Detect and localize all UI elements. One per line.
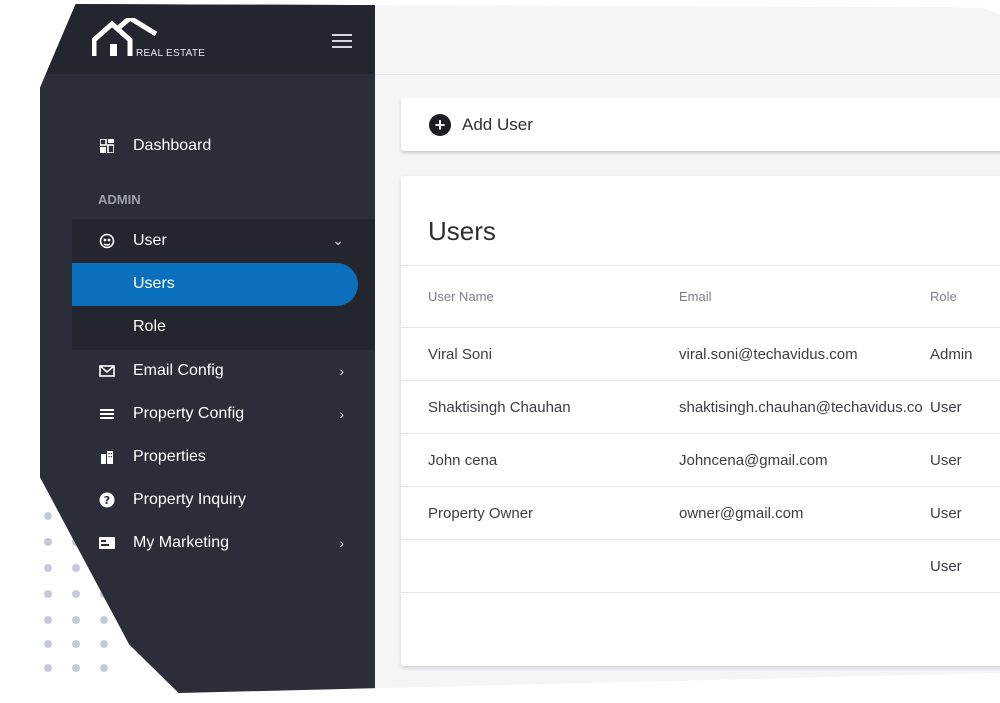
users-table: User Name Email Role Viral Soni viral.so… xyxy=(401,265,1000,593)
users-card: Users User Name Email Role Viral Soni vi… xyxy=(401,176,1000,666)
sidebar-item-role[interactable]: Role xyxy=(133,318,166,336)
building-icon xyxy=(98,450,116,464)
sidebar-item-user[interactable]: User ⌄ xyxy=(72,219,358,262)
table-header-row: User Name Email Role xyxy=(401,266,1000,328)
chevron-right-icon: › xyxy=(339,405,344,422)
add-user-label: Add User xyxy=(462,114,533,134)
table-row[interactable]: Property Owner owner@gmail.com User xyxy=(401,487,1000,540)
role-cell: User xyxy=(930,451,962,469)
page-title: Users xyxy=(428,216,496,246)
table-row[interactable]: User xyxy=(401,540,1000,593)
sidebar-item-label: Users xyxy=(133,275,175,292)
sidebar-item-label: Property Config xyxy=(133,404,245,422)
sidebar-item-label: Properties xyxy=(133,447,206,465)
role-cell: User xyxy=(930,398,962,416)
user-icon xyxy=(98,233,116,249)
user-name-cell: Viral Soni xyxy=(428,345,492,363)
list-icon xyxy=(98,408,116,420)
chevron-right-icon: › xyxy=(339,362,344,379)
top-bar xyxy=(375,16,1000,75)
role-cell: User xyxy=(930,504,962,522)
user-name-cell: John cena xyxy=(428,451,498,469)
sidebar-item-properties[interactable]: Properties xyxy=(72,435,358,478)
user-name-cell: Property Owner xyxy=(428,504,534,522)
chevron-right-icon: › xyxy=(339,534,344,551)
brand-name: REAL ESTATE xyxy=(136,48,206,59)
email-cell: Johncena@gmail.com xyxy=(679,451,828,469)
help-icon: ? xyxy=(98,492,116,508)
table-row[interactable]: John cena Johncena@gmail.com User xyxy=(401,434,1000,487)
table-row[interactable]: Shaktisingh Chauhan shaktisingh.chauhan@… xyxy=(401,381,1000,434)
sidebar-header: REAL ESTATE xyxy=(40,4,375,74)
mail-icon xyxy=(98,364,116,377)
email-cell: shaktisingh.chauhan@techavidus.co xyxy=(679,398,923,416)
sidebar-item-label: My Marketing xyxy=(133,533,230,551)
role-cell: Admin xyxy=(930,345,973,363)
user-name-cell: Shaktisingh Chauhan xyxy=(428,398,571,416)
chevron-down-icon: ⌄ xyxy=(332,232,344,248)
column-header[interactable]: Role xyxy=(930,266,957,327)
app-window: REAL ESTATE Dashboard ADMIN User ⌄ Users… xyxy=(40,4,1000,694)
dashboard-icon xyxy=(98,138,116,153)
card-icon xyxy=(98,536,116,549)
role-cell: User xyxy=(930,557,962,575)
sidebar-item-label: User xyxy=(133,231,167,249)
menu-toggle-icon[interactable] xyxy=(332,34,352,52)
sidebar-item-label: Email Config xyxy=(133,361,224,379)
column-header[interactable]: User Name xyxy=(428,266,494,327)
sidebar-item-property-config[interactable]: Property Config › xyxy=(72,392,358,435)
add-user-button[interactable]: + Add User xyxy=(401,98,1000,151)
sidebar-item-label: Dashboard xyxy=(133,136,212,154)
column-header[interactable]: Email xyxy=(679,266,712,327)
sidebar-item-users[interactable] xyxy=(72,263,358,306)
email-cell: owner@gmail.com xyxy=(679,504,804,522)
table-row[interactable]: Viral Soni viral.soni@techavidus.com Adm… xyxy=(401,328,1000,381)
sidebar-item-dashboard[interactable]: Dashboard xyxy=(72,124,358,167)
section-label-admin: ADMIN xyxy=(98,192,141,207)
sidebar-item-label: Property Inquiry xyxy=(133,490,246,508)
sidebar-item-email-config[interactable]: Email Config › xyxy=(72,349,358,392)
plus-circle-icon: + xyxy=(429,113,451,136)
sidebar-item-my-marketing[interactable]: My Marketing › xyxy=(72,521,358,564)
email-cell: viral.soni@techavidus.com xyxy=(679,345,858,363)
svg-text:?: ? xyxy=(104,494,110,507)
sidebar-item-property-inquiry[interactable]: ? Property Inquiry xyxy=(72,478,358,521)
